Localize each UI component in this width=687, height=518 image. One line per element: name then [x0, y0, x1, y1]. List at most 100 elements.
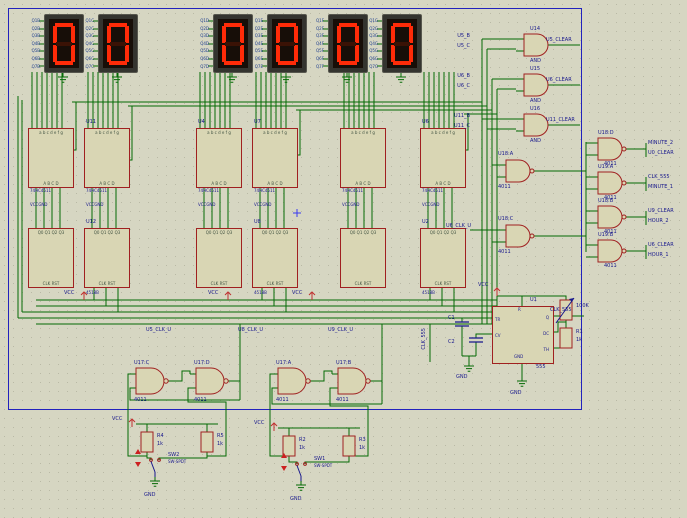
switch-sw2[interactable] — [135, 449, 161, 477]
ic-pin-row: a b c d e f g — [39, 130, 63, 135]
ic-pin-row: A B C D — [267, 181, 283, 186]
gate-ref: U17:A — [276, 360, 292, 366]
net-label: U9_CLEAR — [648, 208, 674, 214]
nand-gate-u19a[interactable] — [589, 171, 639, 195]
display-pin-labels: Q1G Q2G Q3G Q4G Q5G Q6G Q7G — [369, 18, 378, 69]
ic-counter-1[interactable]: Q0 Q1 Q2 Q3 CLK RST — [28, 228, 74, 288]
gate-value: 4011 — [604, 263, 617, 269]
gnd-label: GND — [456, 374, 468, 380]
digit-zero-icon — [107, 22, 129, 65]
gate-ref: U18:A — [498, 151, 514, 157]
hidden-power-pins-label: VCCGND — [422, 202, 440, 207]
net-label: U6_CLEAR — [648, 242, 674, 248]
ic-counter-3[interactable]: Q0 Q1 Q2 Q3 CLK RST — [196, 228, 242, 288]
ic-decoder-2[interactable]: a b c d e f g A B C D — [84, 128, 130, 188]
switch-ref: SW2 — [168, 452, 180, 458]
seven-segment-display-2[interactable] — [98, 14, 138, 73]
net-label: U6_B — [457, 73, 470, 79]
net-label: U6_CLK_U — [446, 223, 472, 229]
capacitor-ref: C1 — [448, 315, 455, 321]
ic-pin-row: A B C D — [355, 181, 371, 186]
ic-pin-row: A B C D — [99, 181, 115, 186]
counter-ref: U12 — [86, 219, 97, 225]
ic-decoder-5[interactable]: a b c d e f g A B C D — [340, 128, 386, 188]
capacitor-c2[interactable] — [468, 337, 484, 343]
counter-ref: U2 — [422, 219, 429, 225]
net-label: U11_CLEAR — [546, 117, 575, 123]
resistor-r3[interactable] — [342, 435, 356, 457]
gnd-label: GND — [290, 496, 302, 502]
nand-gate-u19b[interactable] — [589, 239, 639, 263]
ic-counter-4[interactable]: Q0 Q1 Q2 Q3 CLK RST — [252, 228, 298, 288]
nand-gate-u18d[interactable] — [589, 137, 639, 161]
potentiometer-value: 100K — [576, 303, 589, 309]
net-label: U5_CLEAR — [546, 37, 572, 43]
gate-ref: U18:B — [598, 198, 614, 204]
decoder-ref: U6 — [422, 119, 429, 125]
nand-gate-u17a[interactable] — [271, 367, 321, 395]
gate-value: 4011 — [134, 397, 147, 403]
display-pin-labels: Q1E Q2E Q3E Q4E Q5E Q6E Q7E — [254, 18, 263, 69]
nand-gate-u18b[interactable] — [589, 205, 639, 229]
resistor-r4[interactable] — [140, 431, 154, 453]
ic-decoder-3[interactable]: a b c d e f g A B C D — [196, 128, 242, 188]
gate-ref: U17:B — [336, 360, 352, 366]
nand-gate-u17b[interactable] — [331, 367, 381, 395]
switch-ref: SW1 — [314, 456, 326, 462]
display-screen — [272, 19, 302, 68]
decoder-value: 74HC4511 — [342, 188, 364, 193]
ic-counter-5[interactable]: Q0 Q1 Q2 Q3 CLK RST — [340, 228, 386, 288]
gate-value: AND — [530, 98, 542, 104]
display-screen — [387, 19, 417, 68]
gnd-label: GND — [510, 390, 522, 396]
decoder-value: 74HC4511 — [254, 188, 276, 193]
net-label: U6_C — [457, 83, 470, 89]
gate-ref: U19:A — [598, 164, 614, 170]
schematic-canvas[interactable]: Q1B Q2B Q3B Q4B Q5B Q6B Q7B Q1C Q2C Q3C … — [0, 0, 687, 518]
resistor-r5[interactable] — [200, 431, 214, 453]
resistor-r1[interactable] — [559, 327, 573, 349]
ic-pin-row: A B C D — [43, 181, 59, 186]
vcc-label: VCC — [292, 290, 303, 296]
gate-ref: U17:C — [134, 360, 150, 366]
gate-ref: U18:C — [498, 216, 514, 222]
net-label: MINUTE_1 — [648, 184, 674, 190]
ic-decoder-1[interactable]: a b c d e f g A B C D — [28, 128, 74, 188]
gate-ref: U19:B — [598, 232, 614, 238]
ic-counter-6[interactable]: Q0 Q1 Q2 Q3 CLK RST — [420, 228, 466, 288]
ic-decoder-4[interactable]: a b c d e f g A B C D — [252, 128, 298, 188]
ic-pin-row: Q0 Q1 Q2 Q3 — [349, 230, 377, 235]
gate-value: 4011 — [498, 184, 511, 190]
origin-marker — [293, 209, 301, 217]
gate-value: 4011 — [336, 397, 349, 403]
resistor-value: 1k — [576, 337, 583, 343]
hidden-power-pins-label: VCCGND — [86, 202, 104, 207]
net-label: U0_CLEAR — [648, 150, 674, 156]
nand-gate-u18c[interactable] — [497, 224, 547, 248]
ic-pin-row: CLK RST — [210, 281, 228, 286]
timer-pins-left: TR CV — [495, 317, 501, 338]
seven-segment-display-4[interactable] — [267, 14, 307, 73]
display-screen — [103, 19, 133, 68]
capacitor-ref: C2 — [448, 339, 455, 345]
net-label: U8_CLK_U — [238, 327, 264, 333]
ic-pin-row: a b c d e f g — [431, 130, 455, 135]
timer-pin-bottom: GND — [514, 354, 524, 359]
hidden-power-pins-label: VCCGND — [198, 202, 216, 207]
ic-pin-row: a b c d e f g — [95, 130, 119, 135]
digit-zero-icon — [391, 22, 413, 65]
resistor-r2[interactable] — [282, 435, 296, 457]
net-label: U5_C — [457, 43, 470, 49]
seven-segment-display-6[interactable] — [382, 14, 422, 73]
switch-sw1[interactable] — [281, 453, 307, 481]
switch-actuator-icon[interactable] — [135, 449, 141, 467]
ic-counter-2[interactable]: Q0 Q1 Q2 Q3 CLK RST — [84, 228, 130, 288]
gate-ref: U16 — [530, 106, 541, 112]
ic-decoder-6[interactable]: a b c d e f g A B C D — [420, 128, 466, 188]
decoder-ref: U4 — [198, 119, 205, 125]
nand-gate-u17d[interactable] — [189, 367, 239, 395]
nand-gate-u18a[interactable] — [497, 159, 547, 183]
resistor-ref: R5 — [217, 433, 224, 439]
nand-gate-u17c[interactable] — [129, 367, 179, 395]
gnd-label: GND — [144, 492, 156, 498]
